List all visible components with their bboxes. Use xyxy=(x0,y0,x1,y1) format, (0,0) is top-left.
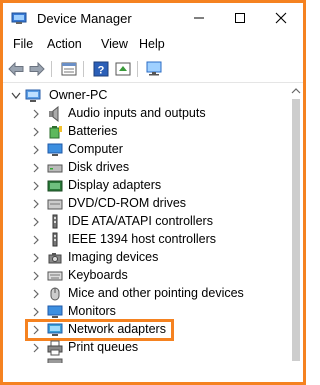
minimize-icon xyxy=(194,17,204,19)
tree-item-disk-drives[interactable]: Disk drives xyxy=(3,159,287,177)
tree-item-label: Batteries xyxy=(68,124,118,138)
chevron-right-icon xyxy=(33,253,39,263)
scrollbar-thumb[interactable] xyxy=(292,99,300,361)
tree-item-label: IEEE 1394 host controllers xyxy=(68,232,216,246)
chevron-right-icon xyxy=(33,307,39,317)
toolbar-separator xyxy=(137,61,138,77)
forward-button[interactable] xyxy=(28,60,46,78)
chevron-right-icon xyxy=(33,217,39,227)
chevron-right-icon xyxy=(33,127,39,137)
tree-item-computer[interactable]: Computer xyxy=(3,141,287,159)
speaker-icon xyxy=(49,106,59,122)
device-tree: Owner-PC Audio inputs and outputs Batter… xyxy=(3,83,287,382)
tree-item-label: Audio inputs and outputs xyxy=(68,106,206,120)
network-adapters-highlight xyxy=(25,319,174,341)
help-button[interactable]: ? xyxy=(92,60,110,78)
back-icon xyxy=(8,62,24,76)
tree-item-label: Keyboards xyxy=(68,268,128,282)
tree-item-audio[interactable]: Audio inputs and outputs xyxy=(3,105,287,123)
tree-item-label: Monitors xyxy=(68,304,116,318)
tree-item-label: Mice and other pointing devices xyxy=(68,286,244,300)
toolbar: ? xyxy=(3,56,303,83)
chevron-right-icon xyxy=(33,145,39,155)
computer-root-icon xyxy=(25,89,41,102)
ieee1394-icon xyxy=(52,232,58,247)
tree-item-batteries[interactable]: Batteries xyxy=(3,123,287,141)
tree-item-label: Imaging devices xyxy=(68,250,159,264)
tree-item-ieee1394[interactable]: IEEE 1394 host controllers xyxy=(3,231,287,249)
chevron-right-icon xyxy=(33,289,39,299)
update-driver-icon xyxy=(115,62,131,76)
tree-root-label: Owner-PC xyxy=(49,88,108,102)
chevron-right-icon xyxy=(33,343,39,353)
tree-item-mice[interactable]: Mice and other pointing devices xyxy=(3,285,287,303)
properties-button[interactable] xyxy=(60,60,78,78)
mouse-icon xyxy=(50,287,60,301)
scan-hardware-icon xyxy=(146,61,162,76)
chevron-right-icon xyxy=(33,109,39,119)
chevron-right-icon xyxy=(33,181,39,191)
monitor-icon xyxy=(47,305,63,318)
menu-help[interactable]: Help xyxy=(137,37,167,51)
menu-action[interactable]: Action xyxy=(45,37,84,51)
tree-item-label: Display adapters xyxy=(68,178,162,192)
properties-icon xyxy=(61,62,77,76)
help-icon: ? xyxy=(93,61,109,77)
maximize-button[interactable] xyxy=(221,5,259,31)
back-button[interactable] xyxy=(7,60,25,78)
tree-item-partial xyxy=(3,357,287,363)
ide-controller-icon xyxy=(52,214,58,229)
tree-item-dvd[interactable]: DVD/CD-ROM drives xyxy=(3,195,287,213)
svg-text:?: ? xyxy=(98,65,105,77)
tree-item-imaging[interactable]: Imaging devices xyxy=(3,249,287,267)
minimize-button[interactable] xyxy=(180,5,218,31)
device-icon xyxy=(47,358,63,363)
battery-icon xyxy=(49,126,62,139)
close-icon xyxy=(275,12,287,24)
tree-item-label: DVD/CD-ROM drives xyxy=(68,196,187,210)
tree-item-label: IDE ATA/ATAPI controllers xyxy=(68,214,213,228)
dvd-icon xyxy=(47,199,63,210)
chevron-right-icon xyxy=(33,271,39,281)
vertical-scrollbar[interactable] xyxy=(289,83,303,382)
close-button[interactable] xyxy=(262,5,300,31)
title-bar: Device Manager xyxy=(3,3,303,35)
scan-hardware-button[interactable] xyxy=(146,60,164,78)
device-manager-app-icon xyxy=(11,12,27,24)
update-driver-button[interactable] xyxy=(114,60,132,78)
menu-file[interactable]: File xyxy=(11,37,35,51)
camera-icon xyxy=(48,253,62,264)
menu-bar: File Action View Help xyxy=(3,35,303,55)
chevron-down-icon xyxy=(11,92,21,99)
disk-drive-icon xyxy=(47,164,63,173)
tree-root[interactable]: Owner-PC xyxy=(3,87,287,105)
window-title: Device Manager xyxy=(37,11,132,26)
chevron-right-icon xyxy=(33,163,39,173)
device-manager-window: Device Manager File Action View Help ? O… xyxy=(0,0,306,385)
tree-item-label: Print queues xyxy=(68,340,139,354)
printer-icon xyxy=(47,340,63,356)
tree-item-display-adapters[interactable]: Display adapters xyxy=(3,177,287,195)
display-adapter-icon xyxy=(47,180,63,192)
chevron-right-icon xyxy=(33,199,39,209)
toolbar-separator xyxy=(83,61,84,77)
maximize-icon xyxy=(235,13,245,23)
tree-item-label: Disk drives xyxy=(68,160,130,174)
chevron-right-icon xyxy=(33,235,39,245)
tree-item-keyboards[interactable]: Keyboards xyxy=(3,267,287,285)
tree-item-label: Computer xyxy=(68,142,123,156)
tree-item-ide[interactable]: IDE ATA/ATAPI controllers xyxy=(3,213,287,231)
tree-item-print-queues[interactable]: Print queues xyxy=(3,339,287,357)
computer-icon xyxy=(47,143,63,156)
keyboard-icon xyxy=(47,271,63,281)
scroll-up-arrow-icon[interactable] xyxy=(291,86,301,96)
forward-icon xyxy=(29,62,45,76)
menu-view[interactable]: View xyxy=(99,37,130,51)
toolbar-separator xyxy=(51,61,52,77)
